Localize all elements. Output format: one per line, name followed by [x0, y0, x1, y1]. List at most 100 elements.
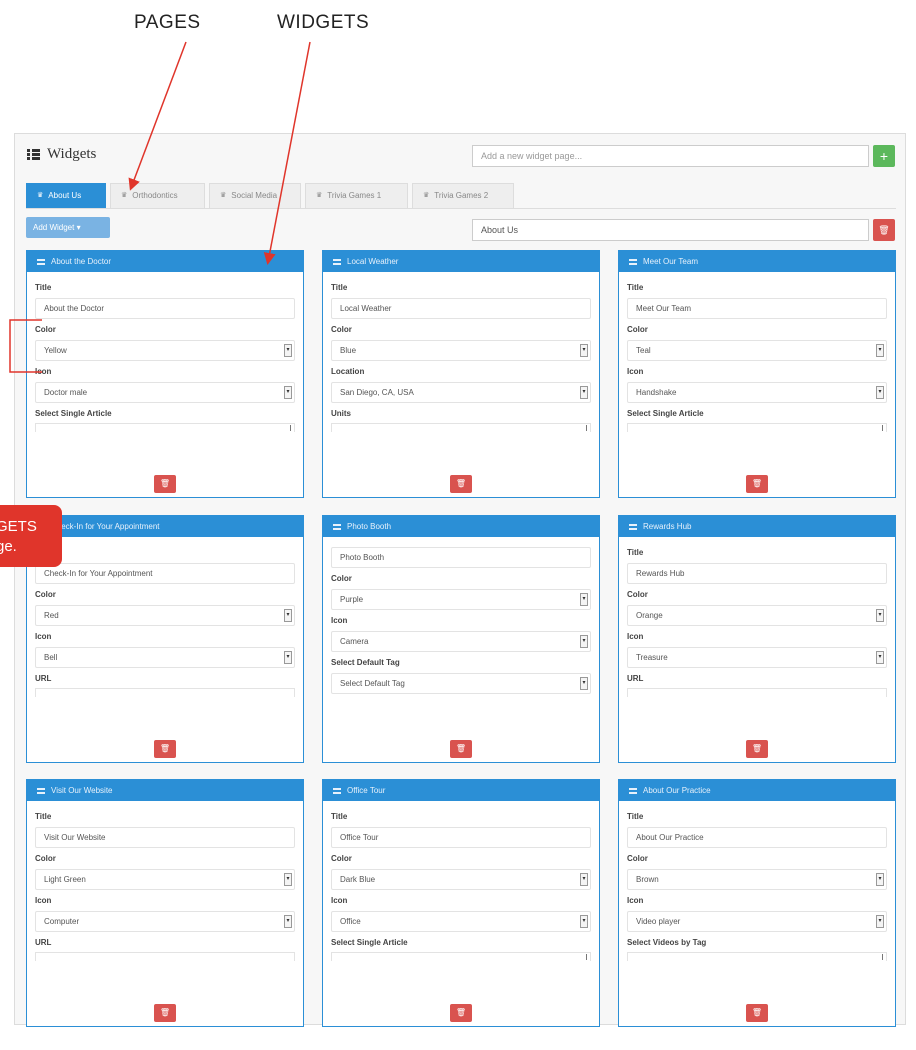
widget-header[interactable]: About Our Practice [619, 780, 895, 801]
url-input[interactable] [35, 688, 295, 697]
select-arrow-icon: ▾ [284, 915, 292, 928]
delete-widget-button[interactable]: 🗑 [154, 475, 176, 493]
icon-label: Icon [627, 632, 644, 641]
delete-widget-button[interactable]: 🗑 [154, 1004, 176, 1022]
select-value: Purple [340, 595, 364, 604]
title-input[interactable]: About the Doctor [35, 298, 295, 319]
default-tag-select[interactable]: Select Default Tag ▾ [331, 673, 591, 694]
location-select[interactable]: San Diego, CA, USA ▾ [331, 382, 591, 403]
delete-widget-button[interactable]: 🗑 [746, 1004, 768, 1022]
article-select[interactable] [627, 423, 887, 432]
widget-header[interactable]: Visit Our Website [27, 780, 303, 801]
tab-about-us[interactable]: ♛ About Us [26, 183, 106, 208]
list-icon [27, 149, 40, 160]
url-label: URL [35, 938, 52, 947]
color-select[interactable]: Red ▾ [35, 605, 295, 626]
title-input[interactable]: Check-In for Your Appointment [35, 563, 295, 584]
title-input[interactable]: Visit Our Website [35, 827, 295, 848]
widget-card-rewards-hub: Rewards Hub Title Rewards Hub Color Oran… [618, 515, 896, 763]
widget-card-meet-our-team: Meet Our Team Title Meet Our Team Color … [618, 250, 896, 498]
title-input[interactable]: Rewards Hub [627, 563, 887, 584]
color-select[interactable]: Light Green ▾ [35, 869, 295, 890]
add-widget-button[interactable]: Add Widget ▾ [26, 217, 110, 238]
widget-header[interactable]: Local Weather [323, 251, 599, 272]
title-input[interactable]: About Our Practice [627, 827, 887, 848]
drag-handle-icon [333, 523, 341, 530]
select-arrow-icon: ▾ [284, 344, 292, 357]
url-input[interactable] [627, 688, 887, 697]
delete-widget-button[interactable]: 🗑 [154, 740, 176, 758]
units-select[interactable] [331, 423, 591, 432]
widget-header[interactable]: Check-In for Your Appointment [27, 516, 303, 537]
widget-header[interactable]: Office Tour [323, 780, 599, 801]
select-arrow-icon: ▾ [284, 873, 292, 886]
delete-page-button[interactable]: 🗑 [873, 219, 895, 241]
trash-icon: 🗑 [878, 225, 890, 235]
widgets-app: Widgets Add a new widget page... + ♛ Abou… [14, 133, 906, 1027]
icon-select[interactable]: Bell ▾ [35, 647, 295, 668]
annotation-widgets-label: WIDGETS [277, 12, 370, 33]
widget-header-text: About the Doctor [51, 257, 112, 266]
select-value: Doctor male [44, 388, 88, 397]
icon-select[interactable]: Handshake ▾ [627, 382, 887, 403]
color-select[interactable]: Teal ▾ [627, 340, 887, 361]
tab-trivia-games-2[interactable]: ♛ Trivia Games 2 [412, 183, 514, 208]
widget-header[interactable]: About the Doctor [27, 251, 303, 272]
delete-widget-button[interactable]: 🗑 [746, 740, 768, 758]
delete-widget-button[interactable]: 🗑 [450, 475, 472, 493]
select-value: Treasure [636, 653, 668, 662]
color-select[interactable]: Brown ▾ [627, 869, 887, 890]
videos-tag-label: Select Videos by Tag [627, 938, 707, 947]
drag-handle-icon [629, 523, 637, 530]
color-select[interactable]: Purple ▾ [331, 589, 591, 610]
drag-handle-icon [333, 787, 341, 794]
widget-header[interactable]: Rewards Hub [619, 516, 895, 537]
select-value: Dark Blue [340, 875, 376, 884]
trash-icon: 🗑 [455, 744, 467, 753]
widget-header-text: Rewards Hub [643, 522, 692, 531]
page-name-input[interactable]: About Us [472, 219, 869, 241]
icon-select[interactable]: Computer ▾ [35, 911, 295, 932]
title-input[interactable]: Office Tour [331, 827, 591, 848]
color-select[interactable]: Yellow ▾ [35, 340, 295, 361]
delete-widget-button[interactable]: 🗑 [746, 475, 768, 493]
select-value: Light Green [44, 875, 86, 884]
scroll-tick [586, 425, 587, 431]
select-arrow-icon: ▾ [876, 386, 884, 399]
select-arrow-icon: ▾ [876, 915, 884, 928]
add-page-button[interactable]: + [873, 145, 895, 167]
title-input[interactable]: Local Weather [331, 298, 591, 319]
videos-tag-select[interactable] [627, 952, 887, 961]
delete-widget-button[interactable]: 🗑 [450, 740, 472, 758]
select-value: San Diego, CA, USA [340, 388, 414, 397]
title-input[interactable]: Photo Booth [331, 547, 591, 568]
select-value: Video player [636, 917, 681, 926]
widget-header[interactable]: Photo Booth [323, 516, 599, 537]
default-tag-label: Select Default Tag [331, 658, 400, 667]
color-label: Color [35, 590, 56, 599]
color-select[interactable]: Blue ▾ [331, 340, 591, 361]
title-label: Title [627, 812, 644, 821]
tab-label: Trivia Games 1 [327, 191, 382, 200]
tab-social-media[interactable]: ♛ Social Media [209, 183, 301, 208]
tab-trivia-games-1[interactable]: ♛ Trivia Games 1 [305, 183, 408, 208]
icon-select[interactable]: Video player ▾ [627, 911, 887, 932]
color-select[interactable]: Orange ▾ [627, 605, 887, 626]
tab-orthodontics[interactable]: ♛ Orthodontics [110, 183, 205, 208]
trash-icon: 🗑 [159, 1008, 171, 1017]
article-select[interactable] [35, 423, 295, 432]
new-page-input[interactable]: Add a new widget page... [472, 145, 869, 167]
widget-footer: 🗑 [27, 1004, 303, 1026]
scroll-tick [290, 425, 291, 431]
icon-select[interactable]: Doctor male ▾ [35, 382, 295, 403]
widget-header[interactable]: Meet Our Team [619, 251, 895, 272]
delete-widget-button[interactable]: 🗑 [450, 1004, 472, 1022]
title-input[interactable]: Meet Our Team [627, 298, 887, 319]
url-input[interactable] [35, 952, 295, 961]
color-select[interactable]: Dark Blue ▾ [331, 869, 591, 890]
icon-select[interactable]: Office ▾ [331, 911, 591, 932]
icon-select[interactable]: Treasure ▾ [627, 647, 887, 668]
trash-icon: 🗑 [751, 479, 763, 488]
icon-select[interactable]: Camera ▾ [331, 631, 591, 652]
article-select[interactable] [331, 952, 591, 961]
